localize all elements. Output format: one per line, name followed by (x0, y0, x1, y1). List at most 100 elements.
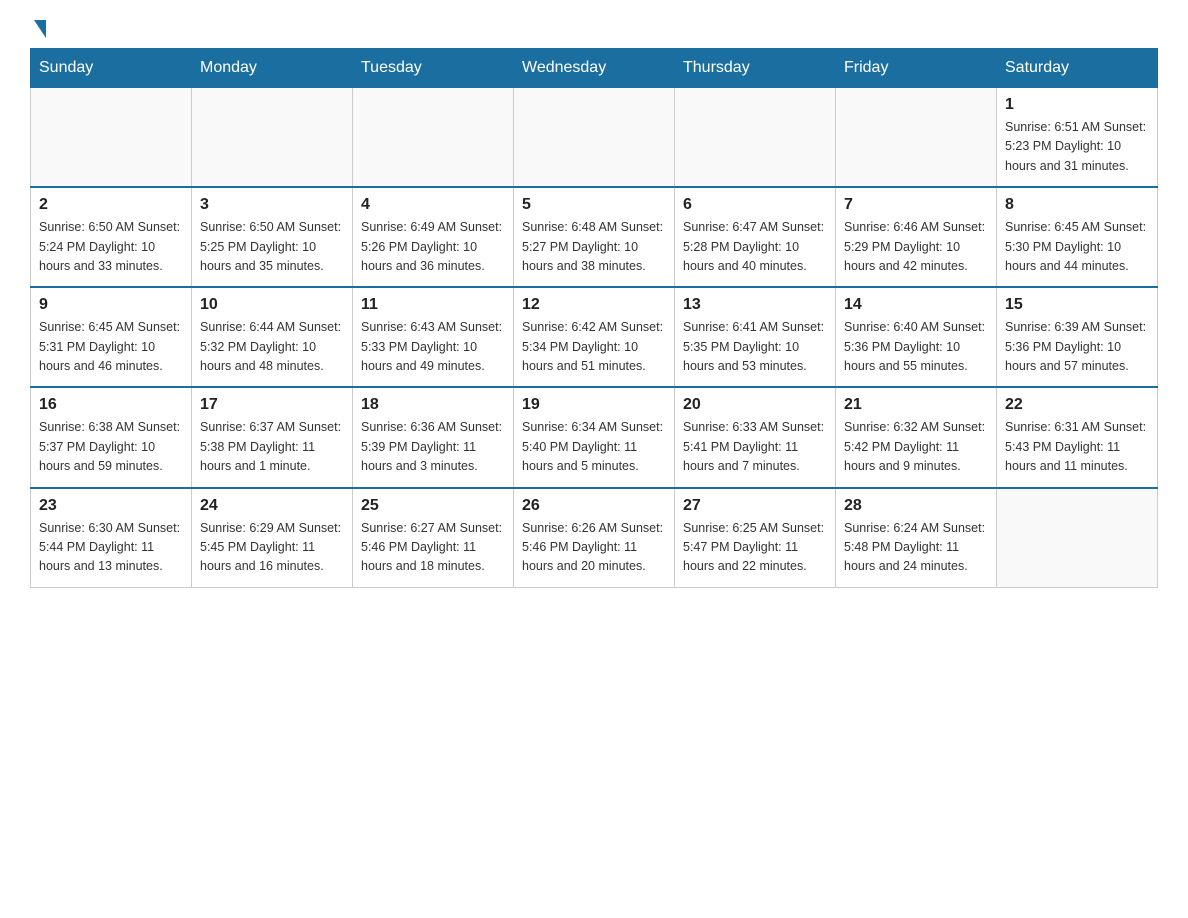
calendar-cell: 4 Sunrise: 6:49 AM Sunset: 5:26 PM Daylig… (353, 187, 514, 287)
calendar-table: SundayMondayTuesdayWednesdayThursdayFrid… (30, 48, 1158, 588)
day-sun-info: Sunrise: 6:39 AM Sunset: 5:36 PM Dayligh… (1005, 318, 1149, 376)
calendar-cell: 19 Sunrise: 6:34 AM Sunset: 5:40 PM Dayli… (514, 387, 675, 487)
calendar-week-row: 9 Sunrise: 6:45 AM Sunset: 5:31 PM Daylig… (31, 287, 1158, 387)
day-sun-info: Sunrise: 6:40 AM Sunset: 5:36 PM Dayligh… (844, 318, 988, 376)
calendar-cell: 8 Sunrise: 6:45 AM Sunset: 5:30 PM Daylig… (997, 187, 1158, 287)
day-of-week-header: Monday (192, 49, 353, 88)
calendar-cell (514, 88, 675, 188)
day-number: 1 (1005, 96, 1149, 114)
calendar-cell: 17 Sunrise: 6:37 AM Sunset: 5:38 PM Dayli… (192, 387, 353, 487)
day-of-week-header: Friday (836, 49, 997, 88)
calendar-cell (353, 88, 514, 188)
day-of-week-header: Saturday (997, 49, 1158, 88)
day-number: 26 (522, 497, 666, 515)
calendar-cell: 12 Sunrise: 6:42 AM Sunset: 5:34 PM Dayli… (514, 287, 675, 387)
day-number: 25 (361, 497, 505, 515)
day-number: 17 (200, 396, 344, 414)
day-sun-info: Sunrise: 6:41 AM Sunset: 5:35 PM Dayligh… (683, 318, 827, 376)
day-sun-info: Sunrise: 6:29 AM Sunset: 5:45 PM Dayligh… (200, 519, 344, 577)
day-sun-info: Sunrise: 6:45 AM Sunset: 5:31 PM Dayligh… (39, 318, 183, 376)
day-number: 24 (200, 497, 344, 515)
day-number: 8 (1005, 196, 1149, 214)
day-number: 22 (1005, 396, 1149, 414)
day-number: 11 (361, 296, 505, 314)
day-number: 5 (522, 196, 666, 214)
logo (30, 20, 48, 38)
day-sun-info: Sunrise: 6:50 AM Sunset: 5:25 PM Dayligh… (200, 218, 344, 276)
day-sun-info: Sunrise: 6:24 AM Sunset: 5:48 PM Dayligh… (844, 519, 988, 577)
day-number: 16 (39, 396, 183, 414)
day-sun-info: Sunrise: 6:45 AM Sunset: 5:30 PM Dayligh… (1005, 218, 1149, 276)
calendar-cell (836, 88, 997, 188)
calendar-cell: 20 Sunrise: 6:33 AM Sunset: 5:41 PM Dayli… (675, 387, 836, 487)
day-sun-info: Sunrise: 6:47 AM Sunset: 5:28 PM Dayligh… (683, 218, 827, 276)
calendar-week-row: 16 Sunrise: 6:38 AM Sunset: 5:37 PM Dayli… (31, 387, 1158, 487)
calendar-cell: 18 Sunrise: 6:36 AM Sunset: 5:39 PM Dayli… (353, 387, 514, 487)
calendar-cell: 26 Sunrise: 6:26 AM Sunset: 5:46 PM Dayli… (514, 488, 675, 588)
day-number: 21 (844, 396, 988, 414)
day-number: 10 (200, 296, 344, 314)
day-number: 3 (200, 196, 344, 214)
calendar-cell: 11 Sunrise: 6:43 AM Sunset: 5:33 PM Dayli… (353, 287, 514, 387)
day-sun-info: Sunrise: 6:38 AM Sunset: 5:37 PM Dayligh… (39, 418, 183, 476)
calendar-cell: 6 Sunrise: 6:47 AM Sunset: 5:28 PM Daylig… (675, 187, 836, 287)
calendar-cell: 1 Sunrise: 6:51 AM Sunset: 5:23 PM Daylig… (997, 88, 1158, 188)
day-sun-info: Sunrise: 6:50 AM Sunset: 5:24 PM Dayligh… (39, 218, 183, 276)
logo-text (30, 20, 48, 38)
calendar-cell: 9 Sunrise: 6:45 AM Sunset: 5:31 PM Daylig… (31, 287, 192, 387)
day-sun-info: Sunrise: 6:25 AM Sunset: 5:47 PM Dayligh… (683, 519, 827, 577)
day-number: 18 (361, 396, 505, 414)
day-sun-info: Sunrise: 6:46 AM Sunset: 5:29 PM Dayligh… (844, 218, 988, 276)
calendar-cell: 13 Sunrise: 6:41 AM Sunset: 5:35 PM Dayli… (675, 287, 836, 387)
calendar-cell (192, 88, 353, 188)
logo-arrow-icon (34, 20, 46, 38)
calendar-cell: 2Sunrise: 6:50 AM Sunset: 5:24 PM Daylig… (31, 187, 192, 287)
calendar-cell: 23Sunrise: 6:30 AM Sunset: 5:44 PM Dayli… (31, 488, 192, 588)
day-sun-info: Sunrise: 6:30 AM Sunset: 5:44 PM Dayligh… (39, 519, 183, 577)
calendar-cell: 10 Sunrise: 6:44 AM Sunset: 5:32 PM Dayli… (192, 287, 353, 387)
day-number: 28 (844, 497, 988, 515)
day-number: 6 (683, 196, 827, 214)
day-sun-info: Sunrise: 6:44 AM Sunset: 5:32 PM Dayligh… (200, 318, 344, 376)
day-number: 20 (683, 396, 827, 414)
calendar-cell: 16 Sunrise: 6:38 AM Sunset: 5:37 PM Dayli… (31, 387, 192, 487)
calendar-cell: 3 Sunrise: 6:50 AM Sunset: 5:25 PM Daylig… (192, 187, 353, 287)
calendar-cell: 22 Sunrise: 6:31 AM Sunset: 5:43 PM Dayli… (997, 387, 1158, 487)
day-sun-info: Sunrise: 6:31 AM Sunset: 5:43 PM Dayligh… (1005, 418, 1149, 476)
calendar-cell: 25Sunrise: 6:27 AM Sunset: 5:46 PM Dayli… (353, 488, 514, 588)
day-number: 9 (39, 296, 183, 314)
calendar-week-row: 1 Sunrise: 6:51 AM Sunset: 5:23 PM Daylig… (31, 88, 1158, 188)
calendar-week-row: 2Sunrise: 6:50 AM Sunset: 5:24 PM Daylig… (31, 187, 1158, 287)
calendar-cell (31, 88, 192, 188)
calendar-cell (997, 488, 1158, 588)
day-sun-info: Sunrise: 6:34 AM Sunset: 5:40 PM Dayligh… (522, 418, 666, 476)
day-number: 13 (683, 296, 827, 314)
day-of-week-header: Tuesday (353, 49, 514, 88)
calendar-cell: 27 Sunrise: 6:25 AM Sunset: 5:47 PM Dayli… (675, 488, 836, 588)
day-of-week-header: Sunday (31, 49, 192, 88)
calendar-header-row: SundayMondayTuesdayWednesdayThursdayFrid… (31, 49, 1158, 88)
calendar-cell: 5 Sunrise: 6:48 AM Sunset: 5:27 PM Daylig… (514, 187, 675, 287)
day-number: 12 (522, 296, 666, 314)
day-sun-info: Sunrise: 6:32 AM Sunset: 5:42 PM Dayligh… (844, 418, 988, 476)
day-of-week-header: Thursday (675, 49, 836, 88)
day-sun-info: Sunrise: 6:26 AM Sunset: 5:46 PM Dayligh… (522, 519, 666, 577)
day-number: 7 (844, 196, 988, 214)
calendar-cell: 15 Sunrise: 6:39 AM Sunset: 5:36 PM Dayli… (997, 287, 1158, 387)
calendar-cell: 14 Sunrise: 6:40 AM Sunset: 5:36 PM Dayli… (836, 287, 997, 387)
day-sun-info: Sunrise: 6:37 AM Sunset: 5:38 PM Dayligh… (200, 418, 344, 476)
day-number: 19 (522, 396, 666, 414)
day-sun-info: Sunrise: 6:51 AM Sunset: 5:23 PM Dayligh… (1005, 118, 1149, 176)
day-sun-info: Sunrise: 6:49 AM Sunset: 5:26 PM Dayligh… (361, 218, 505, 276)
day-of-week-header: Wednesday (514, 49, 675, 88)
day-number: 15 (1005, 296, 1149, 314)
calendar-cell: 24 Sunrise: 6:29 AM Sunset: 5:45 PM Dayli… (192, 488, 353, 588)
day-number: 27 (683, 497, 827, 515)
day-number: 14 (844, 296, 988, 314)
day-sun-info: Sunrise: 6:36 AM Sunset: 5:39 PM Dayligh… (361, 418, 505, 476)
day-sun-info: Sunrise: 6:43 AM Sunset: 5:33 PM Dayligh… (361, 318, 505, 376)
day-sun-info: Sunrise: 6:42 AM Sunset: 5:34 PM Dayligh… (522, 318, 666, 376)
day-number: 4 (361, 196, 505, 214)
day-sun-info: Sunrise: 6:33 AM Sunset: 5:41 PM Dayligh… (683, 418, 827, 476)
day-sun-info: Sunrise: 6:48 AM Sunset: 5:27 PM Dayligh… (522, 218, 666, 276)
